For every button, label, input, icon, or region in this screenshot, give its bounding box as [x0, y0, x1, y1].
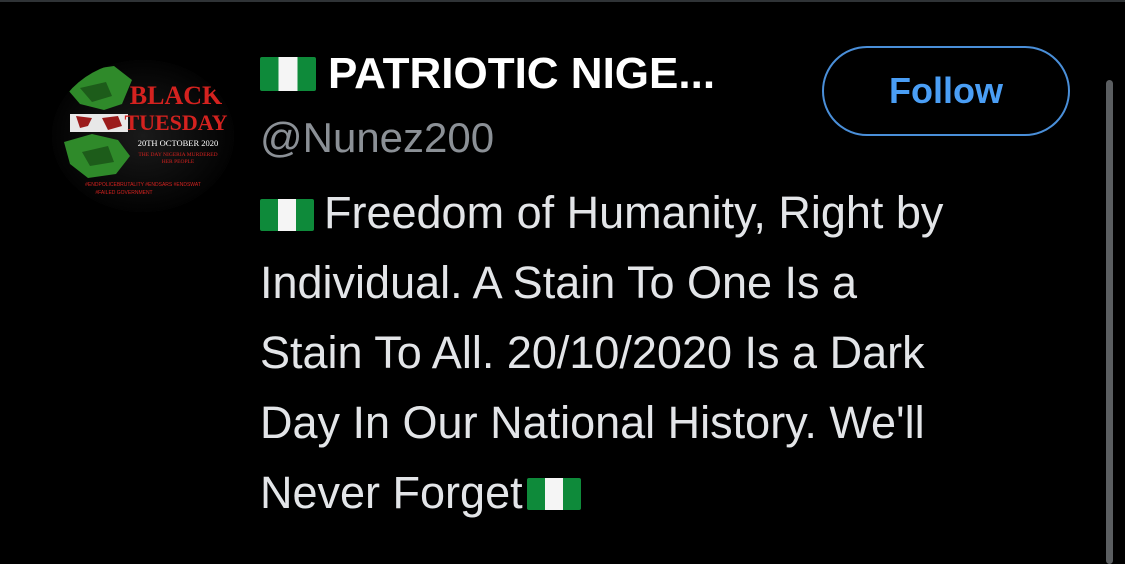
poster-title: BLACK: [130, 81, 223, 110]
bio-line: Day In Our National History. We'll: [260, 397, 925, 448]
nigeria-flag-icon: [526, 478, 581, 510]
poster-caption-2: HER PEOPLE: [162, 159, 195, 165]
follow-button[interactable]: Follow: [822, 46, 1070, 136]
poster-hashtags-1: #ENDPOLICEBRUTALITY #ENDSARS #ENDSWAT: [85, 182, 201, 188]
bio-line: Freedom of Humanity, Right by: [260, 178, 1095, 248]
user-bio: Freedom of Humanity, Right by Individual…: [260, 178, 1095, 528]
poster-title-2: TUESDAY: [124, 110, 227, 135]
poster-caption-1: THE DAY NIGERIA MURDERED: [138, 152, 217, 158]
bio-line-text: Freedom of Humanity, Right by: [324, 187, 944, 238]
bio-line: Never Forget: [260, 458, 1095, 528]
bio-line: Individual. A Stain To One Is a: [260, 257, 858, 308]
poster-date: 20TH OCTOBER 2020: [138, 138, 219, 148]
avatar[interactable]: BLACK TUESDAY 20TH OCTOBER 2020 THE DAY …: [52, 60, 234, 212]
display-name-text: PATRIOTIC NIGE...: [328, 49, 716, 98]
poster-hashtags-2: #FAILED GOVERNMENT: [95, 190, 152, 196]
user-handle[interactable]: @Nunez200: [260, 110, 494, 166]
bio-line-text: Never Forget: [260, 467, 523, 518]
bio-line: Stain To All. 20/10/2020 Is a Dark: [260, 327, 925, 378]
black-tuesday-poster: BLACK TUESDAY 20TH OCTOBER 2020 THE DAY …: [52, 60, 234, 212]
nigeria-flag-icon: [260, 57, 316, 91]
scrollbar[interactable]: [1106, 80, 1113, 564]
nigeria-flag-icon: [260, 199, 314, 231]
user-card[interactable]: BLACK TUESDAY 20TH OCTOBER 2020 THE DAY …: [0, 2, 1100, 562]
display-name[interactable]: PATRIOTIC NIGE...: [260, 46, 715, 102]
